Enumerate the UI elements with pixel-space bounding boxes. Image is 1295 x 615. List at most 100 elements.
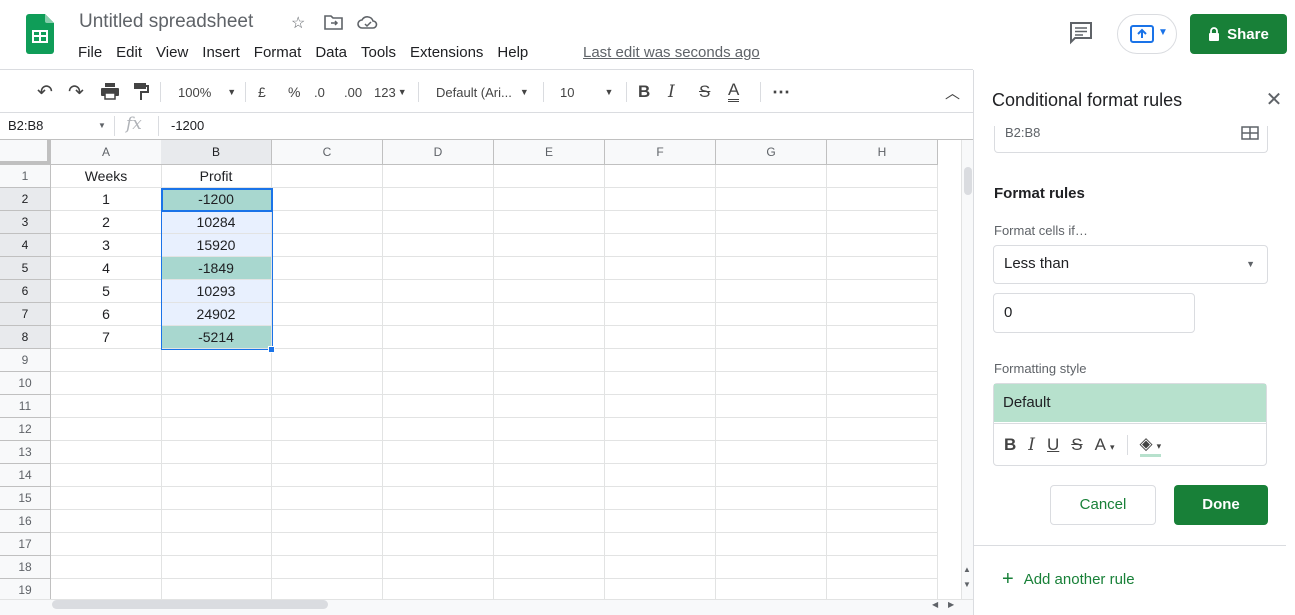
vertical-scrollbar[interactable] [961, 140, 973, 600]
cell-h9[interactable] [827, 349, 938, 372]
row-header-3[interactable]: 3 [0, 211, 51, 234]
cell-b1[interactable]: Profit [161, 165, 272, 188]
cell-g7[interactable] [716, 303, 827, 326]
cell-a17[interactable] [51, 533, 162, 556]
cell-b3[interactable]: 10284 [161, 211, 272, 234]
cell-d6[interactable] [383, 280, 494, 303]
cell-e19[interactable] [494, 579, 605, 600]
cell-h11[interactable] [827, 395, 938, 418]
cell-d12[interactable] [383, 418, 494, 441]
cell-a16[interactable] [51, 510, 162, 533]
cell-b4[interactable]: 15920 [161, 234, 272, 257]
menu-extensions[interactable]: Extensions [410, 44, 491, 61]
condition-select[interactable]: Less than ▼ [993, 245, 1268, 284]
cell-e3[interactable] [494, 211, 605, 234]
cell-a7[interactable]: 6 [51, 303, 162, 326]
cell-d7[interactable] [383, 303, 494, 326]
cell-f16[interactable] [605, 510, 716, 533]
cell-f12[interactable] [605, 418, 716, 441]
cell-b9[interactable] [161, 349, 272, 372]
row-header-11[interactable]: 11 [0, 395, 51, 418]
cell-g4[interactable] [716, 234, 827, 257]
menu-view[interactable]: View [156, 44, 196, 61]
redo-icon[interactable]: ↷ [68, 80, 84, 104]
fill-color-icon[interactable]: ◈ ▾ [1139, 434, 1162, 457]
cell-h2[interactable] [827, 188, 938, 211]
cell-e17[interactable] [494, 533, 605, 556]
text-color-icon[interactable]: A ▾ [1095, 435, 1115, 455]
cell-a4[interactable]: 3 [51, 234, 162, 257]
close-icon[interactable]: ✕ [1264, 90, 1284, 110]
cell-b15[interactable] [161, 487, 272, 510]
decrease-decimal-button[interactable]: .0 [314, 80, 325, 104]
cell-e10[interactable] [494, 372, 605, 395]
column-header-g[interactable]: G [716, 140, 827, 165]
row-header-17[interactable]: 17 [0, 533, 51, 556]
cell-d1[interactable] [383, 165, 494, 188]
row-header-2[interactable]: 2 [0, 188, 51, 211]
fill-handle[interactable] [268, 346, 275, 353]
cell-h5[interactable] [827, 257, 938, 280]
cell-a5[interactable]: 4 [51, 257, 162, 280]
cell-g12[interactable] [716, 418, 827, 441]
vertical-scroll-thumb[interactable] [964, 167, 972, 195]
cell-g9[interactable] [716, 349, 827, 372]
cell-c16[interactable] [272, 510, 383, 533]
cell-h1[interactable] [827, 165, 938, 188]
cell-d14[interactable] [383, 464, 494, 487]
cell-a15[interactable] [51, 487, 162, 510]
bold-icon[interactable]: B [1004, 435, 1016, 455]
share-button[interactable]: Share [1190, 14, 1287, 54]
row-header-9[interactable]: 9 [0, 349, 51, 372]
row-header-14[interactable]: 14 [0, 464, 51, 487]
italic-icon[interactable]: I [1028, 435, 1035, 455]
cell-f10[interactable] [605, 372, 716, 395]
cell-c18[interactable] [272, 556, 383, 579]
more-options-button[interactable]: ⋯ [772, 80, 790, 104]
row-header-5[interactable]: 5 [0, 257, 51, 280]
cell-d16[interactable] [383, 510, 494, 533]
cell-h18[interactable] [827, 556, 938, 579]
column-header-e[interactable]: E [494, 140, 605, 165]
cell-a9[interactable] [51, 349, 162, 372]
column-header-b[interactable]: B [161, 140, 272, 165]
cell-f8[interactable] [605, 326, 716, 349]
cell-g3[interactable] [716, 211, 827, 234]
cell-h14[interactable] [827, 464, 938, 487]
cell-d10[interactable] [383, 372, 494, 395]
cell-c3[interactable] [272, 211, 383, 234]
collapse-toolbar-icon[interactable]: ︿ [945, 80, 960, 104]
cell-a18[interactable] [51, 556, 162, 579]
menu-tools[interactable]: Tools [361, 44, 404, 61]
cell-h4[interactable] [827, 234, 938, 257]
cell-e18[interactable] [494, 556, 605, 579]
cell-c9[interactable] [272, 349, 383, 372]
row-header-10[interactable]: 10 [0, 372, 51, 395]
cell-e9[interactable] [494, 349, 605, 372]
cell-h3[interactable] [827, 211, 938, 234]
cell-f4[interactable] [605, 234, 716, 257]
cell-f18[interactable] [605, 556, 716, 579]
cell-a10[interactable] [51, 372, 162, 395]
menu-file[interactable]: File [78, 44, 110, 61]
font-select[interactable]: Default (Ari... ▼ [436, 80, 529, 104]
cell-e7[interactable] [494, 303, 605, 326]
cell-e14[interactable] [494, 464, 605, 487]
cell-g1[interactable] [716, 165, 827, 188]
cell-g5[interactable] [716, 257, 827, 280]
cell-e5[interactable] [494, 257, 605, 280]
cell-f7[interactable] [605, 303, 716, 326]
cell-e2[interactable] [494, 188, 605, 211]
column-header-h[interactable]: H [827, 140, 938, 165]
cell-a3[interactable]: 2 [51, 211, 162, 234]
scroll-up-arrow-icon[interactable]: ▲ [963, 565, 971, 574]
cell-f11[interactable] [605, 395, 716, 418]
cell-h6[interactable] [827, 280, 938, 303]
star-icon[interactable]: ☆ [291, 13, 311, 33]
cell-b11[interactable] [161, 395, 272, 418]
cell-c15[interactable] [272, 487, 383, 510]
cell-h10[interactable] [827, 372, 938, 395]
cell-e4[interactable] [494, 234, 605, 257]
cell-b10[interactable] [161, 372, 272, 395]
cell-g14[interactable] [716, 464, 827, 487]
